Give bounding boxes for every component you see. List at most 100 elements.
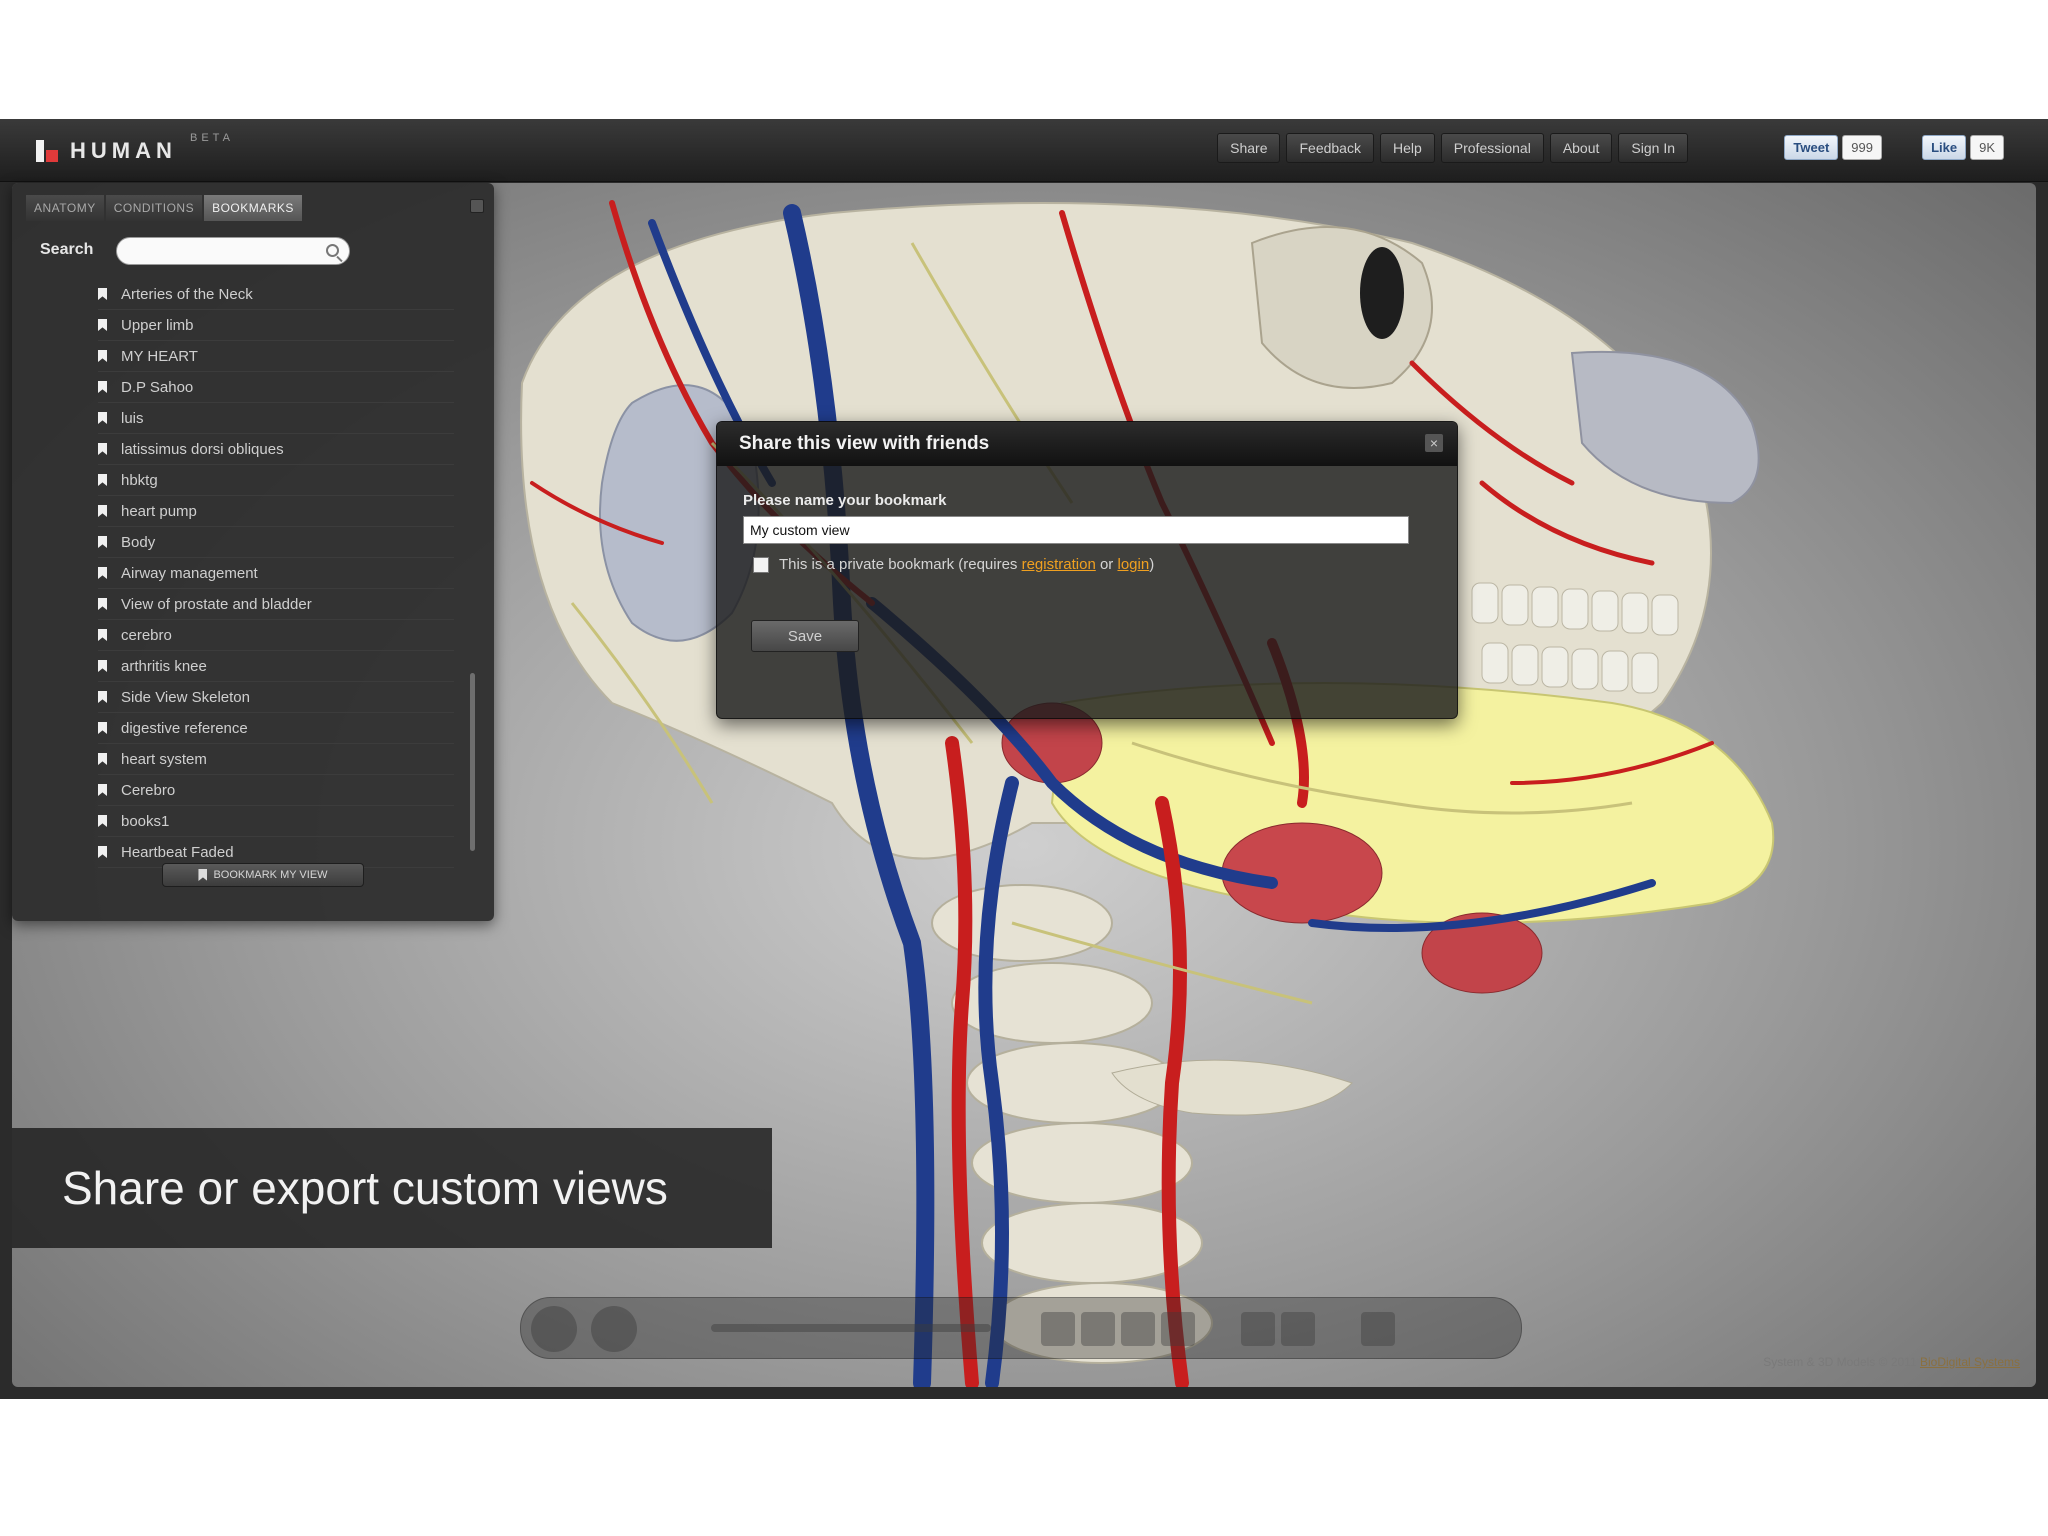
logo-icon bbox=[34, 138, 60, 164]
list-item[interactable]: MY HEART bbox=[98, 341, 454, 372]
private-bookmark-row: This is a private bookmark (requires reg… bbox=[753, 556, 1154, 573]
panel-collapse-icon[interactable] bbox=[470, 199, 484, 213]
bookmark-icon bbox=[98, 753, 107, 765]
logo[interactable]: HUMAN bbox=[34, 137, 177, 165]
bookmark-my-view-button[interactable]: BOOKMARK MY VIEW bbox=[162, 863, 364, 887]
layer-button[interactable] bbox=[1241, 1312, 1275, 1346]
list-item[interactable]: Cerebro bbox=[98, 775, 454, 806]
app-window: HUMAN BETA Share Feedback Help Professio… bbox=[0, 119, 2048, 1399]
tab-bookmarks[interactable]: BOOKMARKS bbox=[204, 195, 302, 221]
bookmark-icon bbox=[98, 567, 107, 579]
nav-about[interactable]: About bbox=[1549, 133, 1613, 163]
list-item[interactable]: Airway management bbox=[98, 558, 454, 589]
list-item-label: D.P Sahoo bbox=[121, 378, 194, 396]
nav-help[interactable]: Help bbox=[1379, 133, 1435, 163]
bookmark-icon bbox=[98, 443, 107, 455]
bookmark-icon bbox=[98, 660, 107, 672]
pan-control[interactable] bbox=[591, 1306, 637, 1352]
bookmark-list-scrollbar[interactable] bbox=[470, 673, 475, 851]
or-text: or bbox=[1095, 556, 1118, 573]
list-item-label: digestive reference bbox=[121, 719, 248, 737]
bookmark-icon bbox=[98, 319, 107, 331]
list-item[interactable]: arthritis knee bbox=[98, 651, 454, 682]
share-dialog: Share this view with friends × Please na… bbox=[716, 421, 1458, 719]
dialog-title: Share this view with friends bbox=[717, 422, 1457, 466]
view-mode-button[interactable] bbox=[1161, 1312, 1195, 1346]
like-button[interactable]: Like bbox=[1922, 135, 1967, 160]
list-item[interactable]: heart system bbox=[98, 744, 454, 775]
bookmark-icon bbox=[98, 536, 107, 548]
list-item[interactable]: heart pump bbox=[98, 496, 454, 527]
fullscreen-button[interactable] bbox=[1361, 1312, 1395, 1346]
list-item-label: Side View Skeleton bbox=[121, 688, 250, 706]
list-item[interactable]: latissimus dorsi obliques bbox=[98, 434, 454, 465]
bookmark-icon bbox=[98, 598, 107, 610]
bookmark-icon bbox=[98, 846, 107, 858]
private-bookmark-text: This is a private bookmark (requires reg… bbox=[779, 556, 1154, 573]
caption-banner: Share or export custom views bbox=[12, 1128, 772, 1248]
list-item-label: heart pump bbox=[121, 502, 197, 520]
list-item[interactable]: cerebro bbox=[98, 620, 454, 651]
list-item[interactable]: View of prostate and bladder bbox=[98, 589, 454, 620]
list-item[interactable]: digestive reference bbox=[98, 713, 454, 744]
rotate-control[interactable] bbox=[531, 1306, 577, 1352]
bookmark-icon bbox=[98, 629, 107, 641]
layer-button[interactable] bbox=[1281, 1312, 1315, 1346]
list-item-label: luis bbox=[121, 409, 144, 427]
bookmark-name-input[interactable] bbox=[743, 516, 1409, 544]
tab-anatomy[interactable]: ANATOMY bbox=[26, 195, 104, 221]
tweet-button[interactable]: Tweet bbox=[1784, 135, 1839, 160]
footer-credits: System & 3D Models © 2011 BioDigital Sys… bbox=[1763, 1355, 2020, 1369]
bookmark-icon bbox=[98, 412, 107, 424]
list-item-label: Body bbox=[121, 533, 156, 551]
bookmark-icon bbox=[98, 784, 107, 796]
list-item[interactable]: hbktg bbox=[98, 465, 454, 496]
view-mode-button[interactable] bbox=[1081, 1312, 1115, 1346]
bookmark-icon bbox=[98, 722, 107, 734]
list-item-label: Arteries of the Neck bbox=[121, 285, 253, 303]
list-item-label: cerebro bbox=[121, 626, 172, 644]
eye-socket bbox=[1360, 247, 1404, 339]
view-controls bbox=[520, 1297, 1522, 1359]
list-item[interactable]: Arteries of the Neck bbox=[98, 279, 454, 310]
tweet-count: 999 bbox=[1842, 135, 1882, 160]
logo-text: HUMAN bbox=[70, 138, 177, 163]
nav-professional[interactable]: Professional bbox=[1440, 133, 1544, 163]
list-item[interactable]: luis bbox=[98, 403, 454, 434]
search-label: Search bbox=[40, 241, 94, 258]
close-icon[interactable]: × bbox=[1425, 434, 1443, 452]
private-text-suffix: ) bbox=[1149, 556, 1155, 573]
list-item-label: View of prostate and bladder bbox=[121, 595, 312, 613]
view-mode-button[interactable] bbox=[1041, 1312, 1075, 1346]
zoom-slider[interactable] bbox=[711, 1324, 991, 1332]
list-item[interactable]: Body bbox=[98, 527, 454, 558]
nav-sign-in[interactable]: Sign In bbox=[1618, 133, 1688, 163]
list-item-label: hbktg bbox=[121, 471, 158, 489]
list-item[interactable]: D.P Sahoo bbox=[98, 372, 454, 403]
nav-feedback[interactable]: Feedback bbox=[1286, 133, 1374, 163]
registration-link[interactable]: registration bbox=[1022, 556, 1096, 573]
list-item-label: Cerebro bbox=[121, 781, 176, 799]
bookmark-icon bbox=[98, 350, 107, 362]
list-item-label: books1 bbox=[121, 812, 170, 830]
bookmark-icon bbox=[98, 288, 107, 300]
list-item-label: arthritis knee bbox=[121, 657, 207, 675]
footer-text: System & 3D Models © 2011 bbox=[1763, 1355, 1917, 1369]
list-item[interactable]: books1 bbox=[98, 806, 454, 837]
list-item-label: MY HEART bbox=[121, 347, 198, 365]
list-item[interactable]: Side View Skeleton bbox=[98, 682, 454, 713]
private-text-prefix: This is a private bookmark (requires bbox=[779, 556, 1022, 573]
tab-conditions[interactable]: CONDITIONS bbox=[105, 195, 203, 221]
nav-share[interactable]: Share bbox=[1217, 133, 1281, 163]
bookmark-list: Arteries of the Neck Upper limb MY HEART… bbox=[98, 279, 454, 868]
search-input[interactable] bbox=[116, 237, 350, 265]
list-item[interactable]: Upper limb bbox=[98, 310, 454, 341]
private-bookmark-checkbox[interactable] bbox=[753, 556, 769, 573]
view-mode-button[interactable] bbox=[1121, 1312, 1155, 1346]
save-button[interactable]: Save bbox=[751, 620, 859, 652]
search-icon[interactable] bbox=[326, 244, 339, 257]
bookmark-icon bbox=[98, 381, 107, 393]
footer-link[interactable]: BioDigital Systems bbox=[1920, 1355, 2020, 1369]
login-link[interactable]: login bbox=[1117, 556, 1149, 573]
bookmark-icon bbox=[98, 691, 107, 703]
